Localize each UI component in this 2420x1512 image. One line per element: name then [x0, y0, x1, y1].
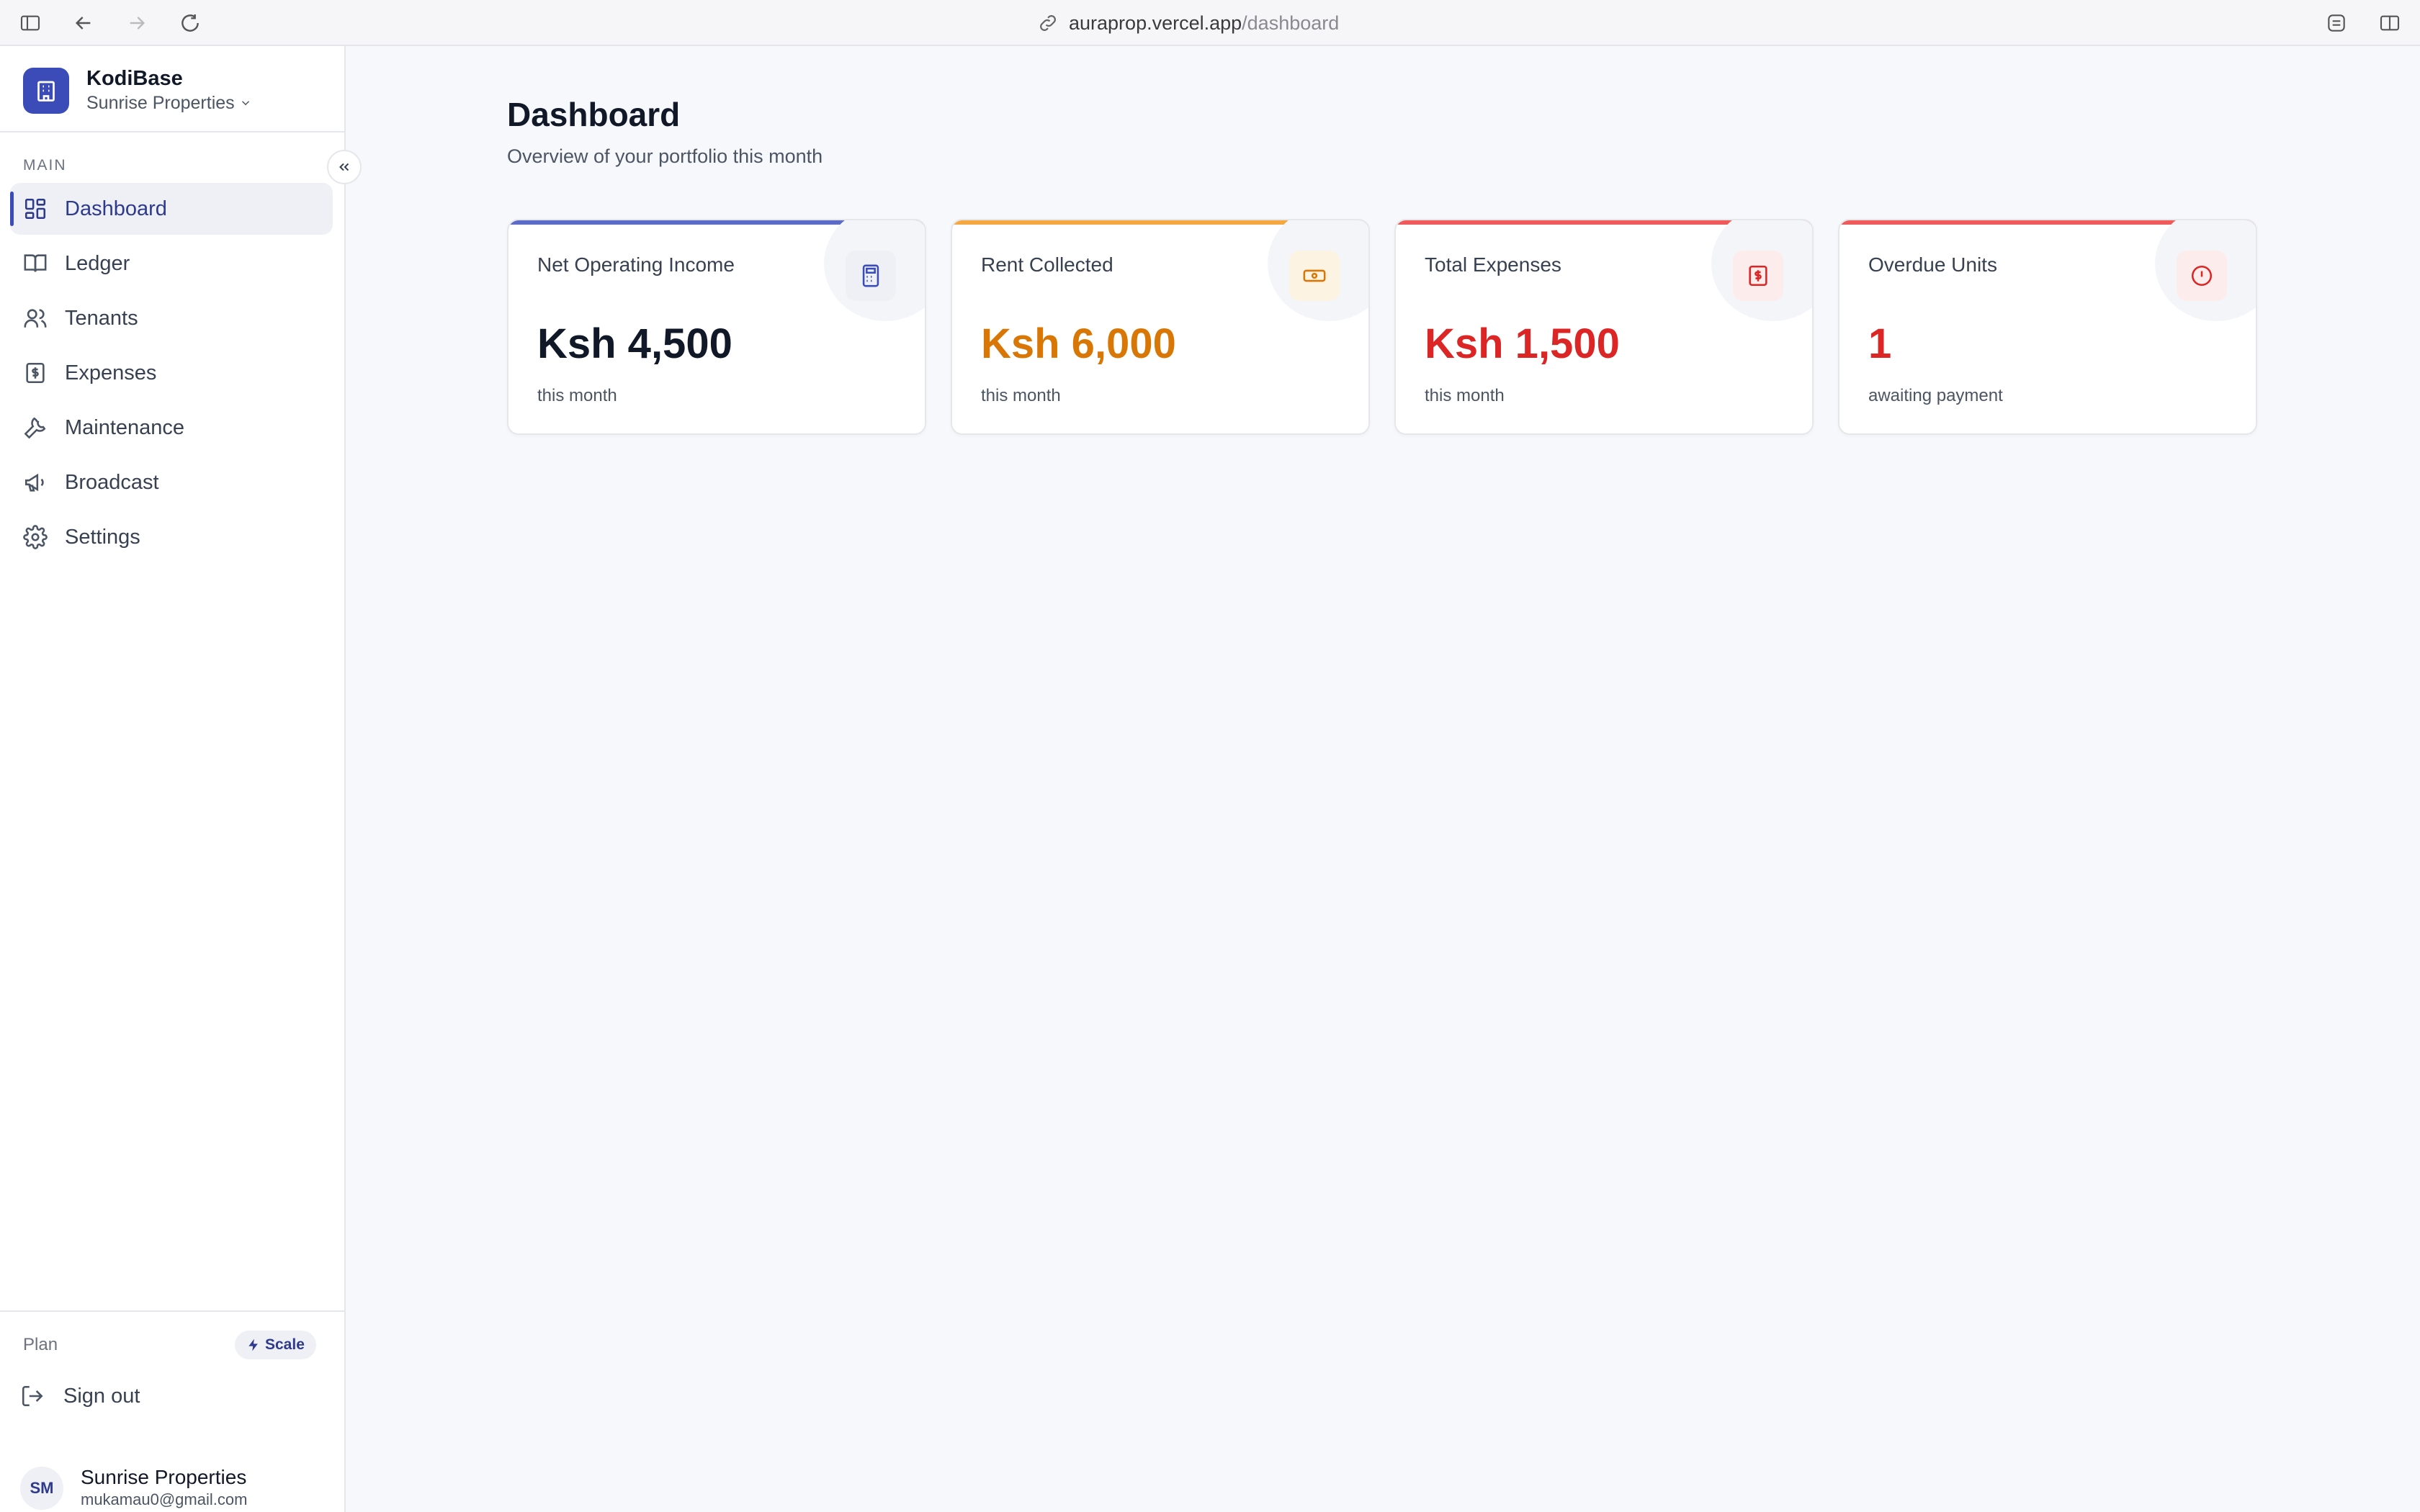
calculator-icon	[846, 251, 896, 301]
lightning-icon	[248, 1338, 258, 1351]
url-path: /dashboard	[1242, 12, 1340, 34]
plan-badge-label: Scale	[265, 1336, 305, 1353]
brand[interactable]: KodiBase Sunrise Properties	[23, 66, 252, 115]
org-switcher[interactable]: Sunrise Properties	[86, 91, 252, 115]
back-arrow-icon[interactable]	[71, 10, 97, 36]
avatar: SM	[20, 1467, 63, 1510]
stat-card-rent-collected[interactable]: Rent Collected Ksh 6,000 this month	[951, 219, 1370, 435]
sidebar-item-label: Settings	[65, 525, 140, 549]
brand-name: KodiBase	[86, 67, 183, 90]
sidebar-item-label: Maintenance	[65, 415, 185, 439]
sidebar-nav: Dashboard Ledger Tenants Expenses Mainte…	[10, 183, 333, 566]
page-title: Dashboard	[507, 96, 681, 133]
sidebar-item-maintenance[interactable]: Maintenance	[10, 402, 333, 454]
card-value: 1	[1868, 320, 1892, 367]
card-caption: this month	[537, 386, 617, 405]
chevron-down-icon	[241, 101, 249, 106]
sidebar-item-expenses[interactable]: Expenses	[10, 347, 333, 399]
card-label: Total Expenses	[1425, 253, 1561, 276]
users-icon	[24, 309, 47, 328]
sign-out-label: Sign out	[63, 1384, 140, 1408]
org-name: Sunrise Properties	[86, 93, 235, 113]
plan-badge[interactable]: Scale	[235, 1331, 316, 1359]
card-caption: awaiting payment	[1868, 386, 2003, 405]
user-name: Sunrise Properties	[81, 1466, 247, 1488]
gear-icon	[23, 525, 48, 549]
stat-card-net-operating-income[interactable]: Net Operating Income Ksh 4,500 this mont…	[507, 219, 926, 435]
wrench-icon	[24, 417, 46, 439]
sidebar: KodiBase Sunrise Properties MAIN Dashboa…	[0, 46, 346, 1512]
stat-card-overdue-units[interactable]: Overdue Units 1 awaiting payment	[1838, 219, 2257, 435]
url-host: auraprop.vercel.app	[1069, 12, 1242, 34]
megaphone-icon	[24, 473, 44, 492]
card-value: Ksh 1,500	[1425, 320, 1620, 367]
book-icon	[24, 254, 47, 272]
card-label: Rent Collected	[981, 253, 1113, 276]
address-bar[interactable]: auraprop.vercel.app/dashboard	[1037, 10, 1339, 36]
receipt-icon	[1733, 251, 1783, 301]
sidebar-item-label: Expenses	[65, 361, 157, 384]
extension-icon[interactable]	[2323, 10, 2349, 36]
sidebar-item-label: Ledger	[65, 251, 130, 275]
collapse-sidebar-button[interactable]	[327, 150, 362, 184]
sidebar-item-ledger[interactable]: Ledger	[10, 238, 333, 289]
sidebar-item-dashboard[interactable]: Dashboard	[10, 183, 333, 235]
receipt-dollar-icon	[26, 362, 45, 384]
divider	[0, 1310, 344, 1312]
log-out-icon	[22, 1385, 43, 1407]
sidebar-item-label: Tenants	[65, 306, 138, 330]
building-icon	[23, 68, 69, 114]
forward-arrow-icon[interactable]	[124, 10, 150, 36]
sidebar-item-label: Dashboard	[65, 197, 167, 220]
page-subtitle: Overview of your portfolio this month	[507, 145, 823, 167]
chevrons-left-icon	[339, 163, 349, 171]
alert-circle-icon	[2177, 251, 2227, 301]
card-label: Overdue Units	[1868, 253, 1997, 276]
section-label: MAIN	[23, 157, 67, 174]
divider	[0, 131, 344, 132]
sidebar-item-settings[interactable]: Settings	[10, 511, 333, 563]
plan-label: Plan	[23, 1335, 58, 1354]
sidebar-item-label: Broadcast	[65, 470, 159, 494]
card-value: Ksh 4,500	[537, 320, 732, 367]
card-caption: this month	[981, 386, 1061, 405]
user-email: mukamau0@gmail.com	[81, 1490, 248, 1508]
reload-icon[interactable]	[177, 10, 203, 36]
grid-icon	[24, 198, 46, 220]
sidebar-item-broadcast[interactable]: Broadcast	[10, 456, 333, 508]
card-caption: this month	[1425, 386, 1505, 405]
sidebar-item-tenants[interactable]: Tenants	[10, 292, 333, 344]
split-view-icon[interactable]	[2377, 10, 2403, 36]
link-icon	[1040, 15, 1056, 31]
browser-toolbar: auraprop.vercel.app/dashboard	[0, 0, 2420, 46]
stat-card-total-expenses[interactable]: Total Expenses Ksh 1,500 this month	[1394, 219, 1814, 435]
card-value: Ksh 6,000	[981, 320, 1176, 367]
sign-out-button[interactable]: Sign out	[20, 1384, 140, 1408]
banknote-icon	[1289, 251, 1340, 301]
card-label: Net Operating Income	[537, 253, 735, 276]
sidebar-toggle-icon[interactable]	[17, 10, 43, 36]
user-profile[interactable]: SM Sunrise Properties mukamau0@gmail.com	[20, 1466, 247, 1511]
